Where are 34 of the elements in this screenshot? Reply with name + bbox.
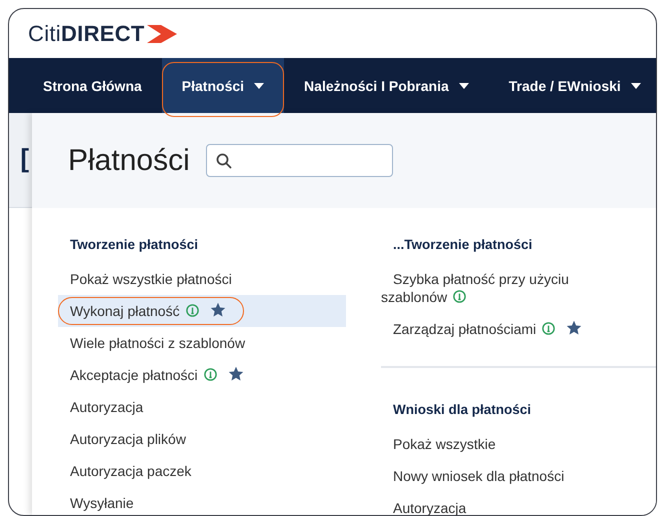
search-field[interactable]: [206, 144, 393, 177]
caret-icon: [630, 82, 641, 88]
menu-item[interactable]: Szybka płatność przy użyciu szablonów: [381, 263, 596, 313]
section-heading: ...Tworzenie płatności: [392, 236, 534, 254]
menu-item[interactable]: Wysyłanie: [58, 487, 346, 515]
menu-item[interactable]: Autoryzacja: [58, 391, 346, 423]
menu-item[interactable]: Akceptacje płatności: [58, 359, 346, 391]
page-heading-fragment: [: [20, 142, 29, 174]
menu-item[interactable]: Autoryzacja plików: [58, 423, 346, 455]
chevron-logo-icon: [146, 24, 177, 42]
star-icon: [566, 320, 582, 336]
menu-item[interactable]: Pokaż wszystkie płatności: [58, 263, 346, 295]
info-icon: [542, 322, 556, 335]
info-icon: [453, 290, 466, 303]
menu-item[interactable]: Wiele płatności z szablonów: [58, 327, 346, 359]
section-heading: Wnioski dla płatności: [392, 400, 532, 419]
caret-icon: [254, 82, 264, 88]
menu-item[interactable]: Wykonaj płatność: [58, 295, 346, 327]
caret-icon: [458, 82, 469, 88]
panel-title: Płatności: [68, 144, 190, 178]
menu-item[interactable]: Nowy wniosek dla płatności: [381, 460, 596, 492]
menu-item[interactable]: Pokaż wszystkie: [381, 428, 596, 460]
logo-text[interactable]: CitiDIRECT: [28, 20, 145, 46]
star-icon: [210, 302, 226, 318]
nav-tab[interactable]: Należności I Pobrania: [284, 58, 489, 113]
section-heading: Tworzenie płatności: [69, 236, 200, 254]
menu-item[interactable]: Autoryzacja paczek: [58, 455, 346, 487]
nav-tab[interactable]: Strona Główna: [23, 58, 162, 113]
nav-tab[interactable]: Trade / EWnioski: [488, 58, 656, 113]
menu-item[interactable]: Zarządzaj płatnościami: [381, 313, 596, 345]
star-icon: [228, 366, 244, 382]
info-icon: [186, 304, 199, 317]
search-icon: [216, 152, 232, 168]
info-icon: [204, 368, 217, 381]
